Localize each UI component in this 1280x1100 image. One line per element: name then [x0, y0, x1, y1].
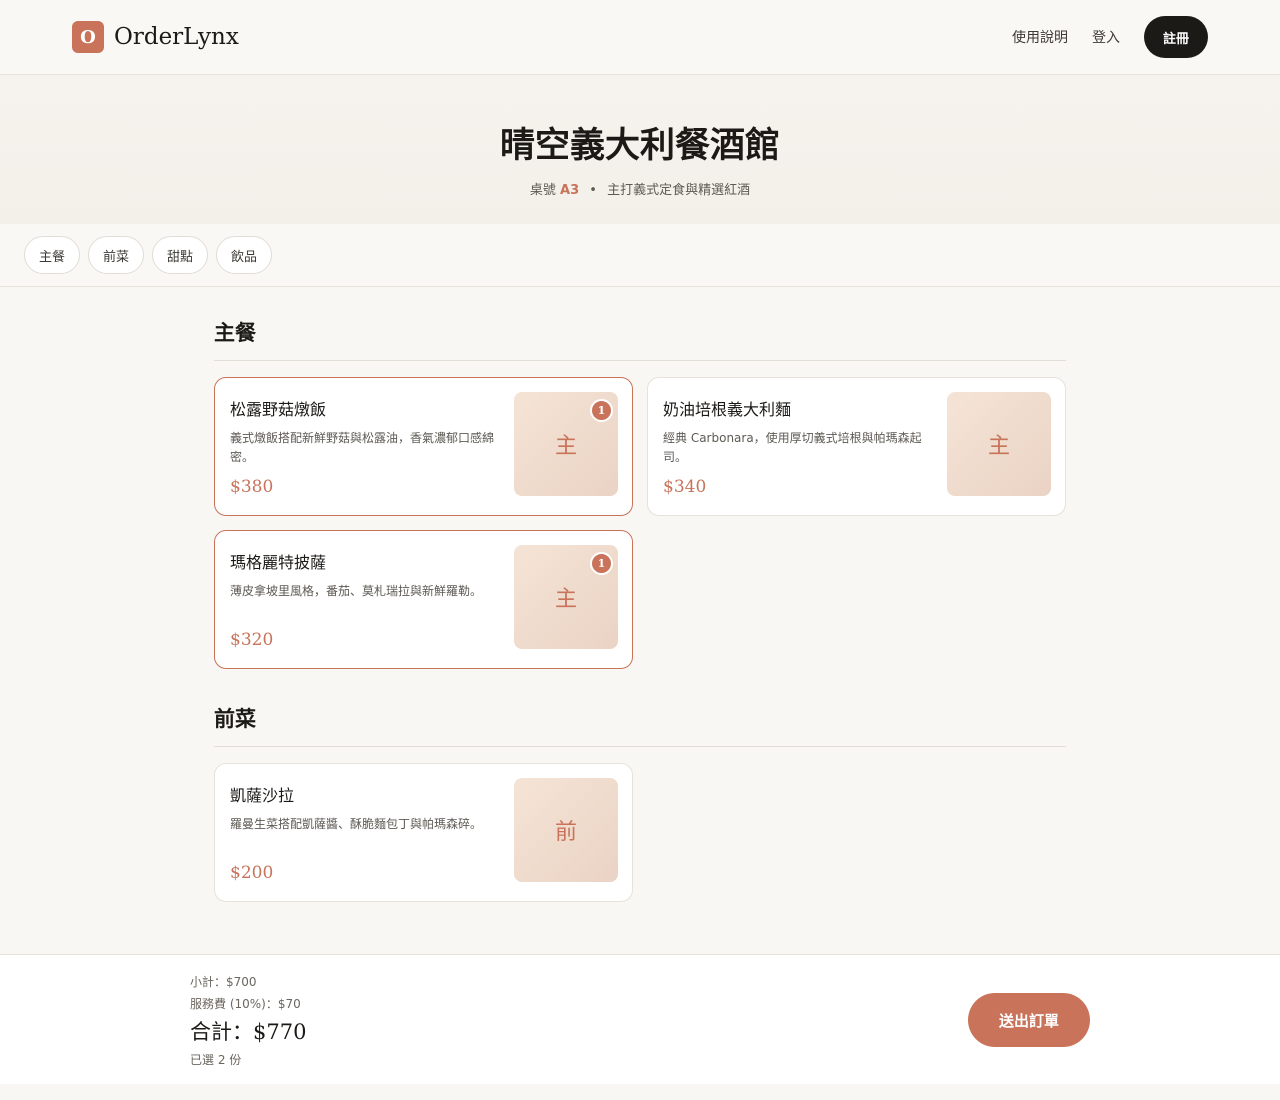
menu-item-name: 凱薩沙拉 [230, 786, 295, 805]
subtotal-text: 小計：$700 [190, 975, 257, 989]
menu-item-card[interactable]: 奶油培根義大利麵 經典 Carbonara，使用厚切義式培根與帕瑪森起司。 $3… [647, 377, 1066, 516]
menu-item-description: 經典 Carbonara，使用厚切義式培根與帕瑪森起司。 [663, 431, 922, 464]
menu-item-card[interactable]: 松露野菇燉飯 義式燉飯搭配新鮮野菇與松露油，香氣濃郁口感綿密。 $380 主 1 [214, 377, 633, 516]
tab-appetizers[interactable]: 前菜 [88, 236, 144, 274]
menu-item-description: 義式燉飯搭配新鮮野菇與松露油，香氣濃郁口感綿密。 [230, 431, 495, 464]
category-tabs: 主餐 前菜 甜點 飲品 [0, 224, 1280, 287]
header-nav: 使用說明 登入 註冊 [1012, 16, 1208, 58]
restaurant-name: 晴空義大利餐酒館 [499, 125, 780, 166]
thumbnail-glyph: 主 [987, 434, 1010, 459]
help-link[interactable]: 使用說明 [1012, 27, 1068, 47]
restaurant-tagline: 主打義式定食與精選紅酒 [607, 183, 751, 198]
menu-item-price: $320 [230, 630, 274, 650]
section-divider [214, 746, 1066, 747]
section-title-main-course: 主餐 [214, 320, 256, 345]
selected-count: 已選 2 份 [190, 1053, 242, 1067]
menu-item-price: $340 [663, 477, 707, 497]
order-total: 合計：$770 [190, 1020, 307, 1044]
menu-item-name: 瑪格麗特披薩 [230, 553, 327, 572]
menu-item-thumbnail: 主 1 [514, 392, 618, 496]
menu-item-thumbnail: 主 1 [514, 545, 618, 649]
section-title-appetizers: 前菜 [214, 706, 256, 731]
service-fee-text: 服務費 (10%)：$70 [190, 997, 301, 1011]
menu-item-name: 松露野菇燉飯 [230, 400, 327, 419]
brand-name: OrderLynx [114, 24, 239, 50]
tab-desserts[interactable]: 甜點 [152, 236, 208, 274]
submit-order-button[interactable]: 送出訂單 [968, 993, 1090, 1047]
tab-drinks[interactable]: 飲品 [216, 236, 272, 274]
brand-logo[interactable]: O OrderLynx [72, 21, 239, 53]
menu-item-card[interactable]: 凱薩沙拉 羅曼生菜搭配凱薩醬、酥脆麵包丁與帕瑪森碎。 $200 前 [214, 763, 633, 902]
section-divider [214, 360, 1066, 361]
menu-item-price: $200 [230, 863, 274, 883]
order-summary-bar: 小計：$700 服務費 (10%)：$70 合計：$770 已選 2 份 送出訂… [0, 954, 1280, 1084]
thumbnail-glyph: 主 [554, 587, 577, 612]
thumbnail-glyph: 前 [554, 820, 577, 845]
menu-item-name: 奶油培根義大利麵 [663, 400, 792, 419]
restaurant-subtitle: 桌號 A3 • 主打義式定食與精選紅酒 [0, 179, 1280, 198]
restaurant-hero: 晴空義大利餐酒館 桌號 A3 • 主打義式定食與精選紅酒 [0, 75, 1280, 224]
table-number: A3 [560, 183, 580, 198]
thumbnail-glyph: 主 [554, 434, 577, 459]
menu-item-thumbnail: 主 [947, 392, 1051, 496]
table-label: 桌號 [529, 183, 556, 198]
menu-item-card[interactable]: 瑪格麗特披薩 薄皮拿坡里風格，番茄、莫札瑞拉與新鮮羅勒。 $320 主 1 [214, 530, 633, 669]
top-navigation-bar: O OrderLynx 使用說明 登入 註冊 [0, 0, 1280, 75]
signup-button[interactable]: 註冊 [1144, 16, 1208, 58]
quantity-badge: 1 [590, 399, 613, 422]
menu-item-thumbnail: 前 [514, 778, 618, 882]
tab-main-course[interactable]: 主餐 [24, 236, 80, 274]
logo-mark-icon: O [72, 21, 104, 53]
separator-dot: • [589, 183, 597, 198]
login-link[interactable]: 登入 [1092, 27, 1120, 47]
quantity-badge: 1 [590, 552, 613, 575]
menu-item-description: 薄皮拿坡里風格，番茄、莫札瑞拉與新鮮羅勒。 [230, 584, 483, 598]
menu-item-description: 羅曼生菜搭配凱薩醬、酥脆麵包丁與帕瑪森碎。 [230, 817, 483, 831]
menu-item-price: $380 [230, 477, 274, 497]
